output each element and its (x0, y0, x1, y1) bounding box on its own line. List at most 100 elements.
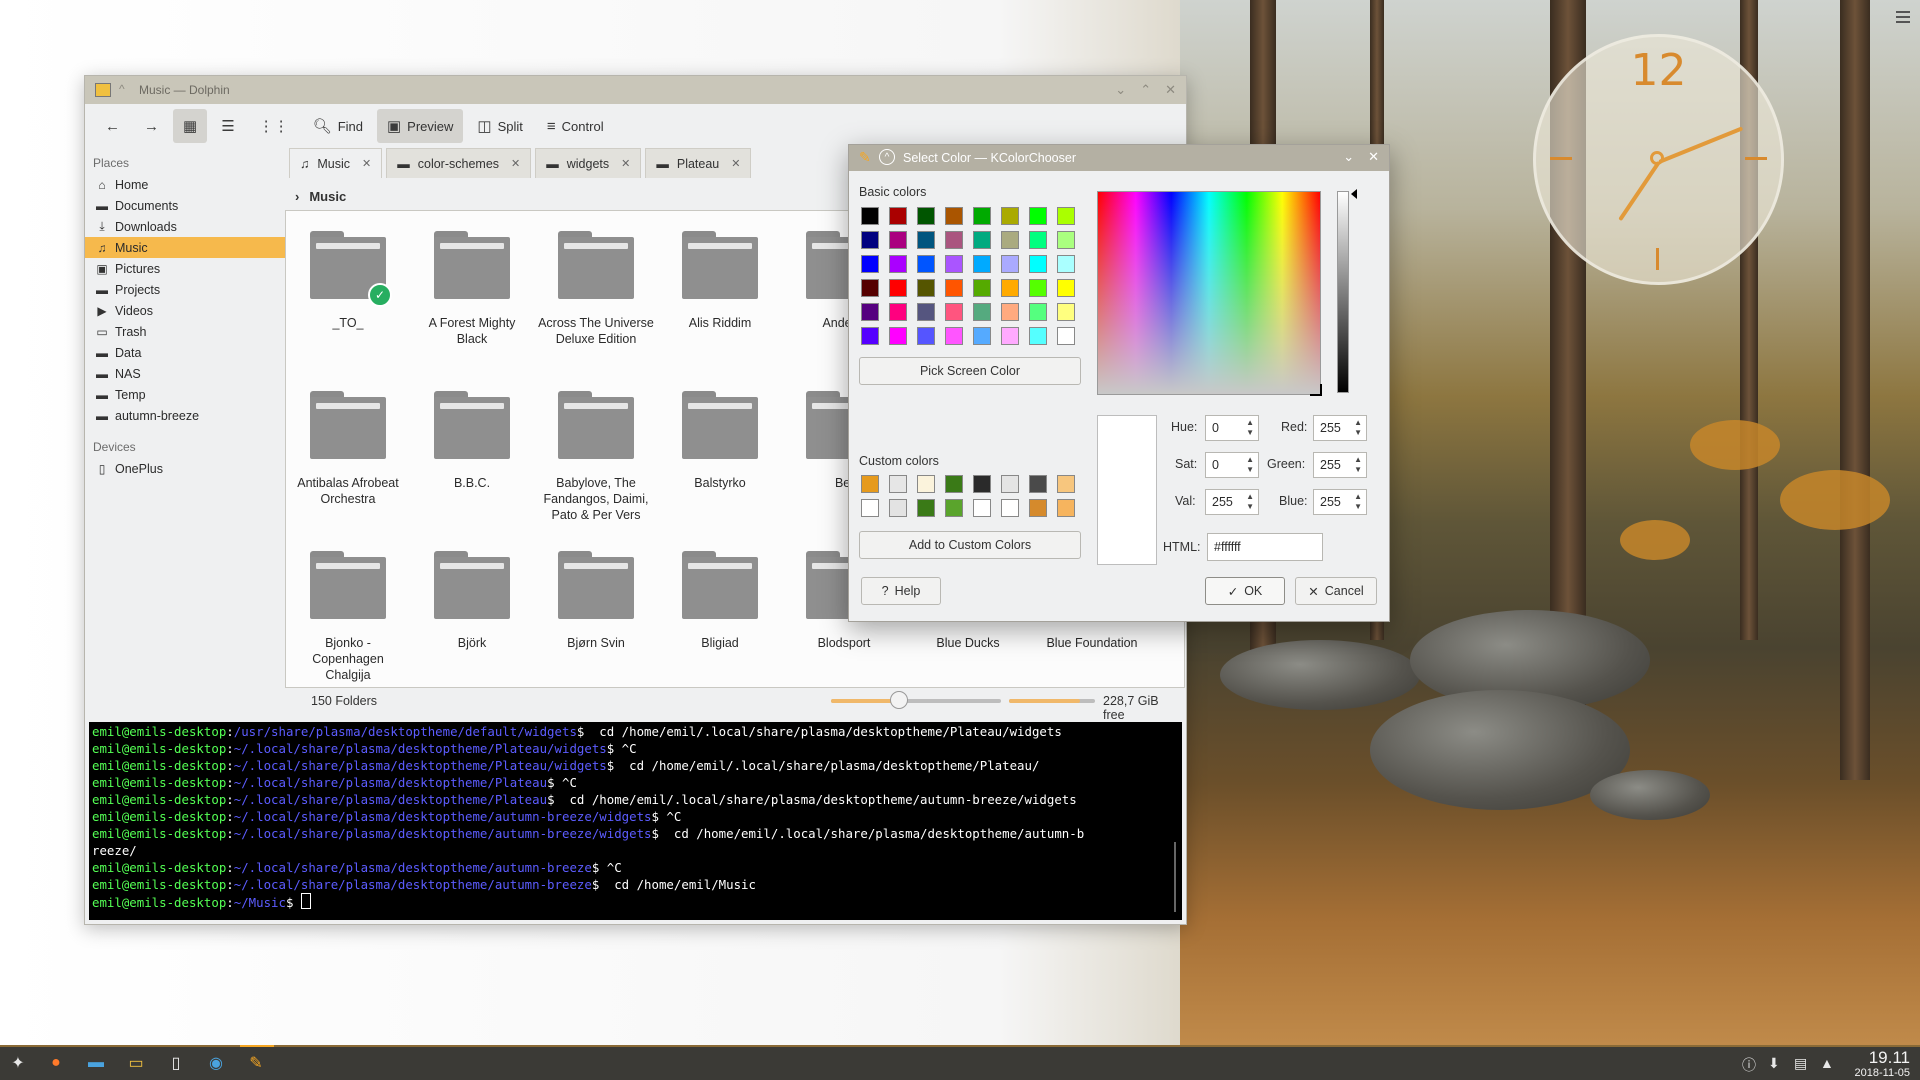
help-button[interactable]: ? Help (861, 577, 941, 605)
basic-color-swatch[interactable] (945, 231, 963, 249)
folder-item[interactable]: Balstyrko (658, 385, 782, 545)
html-color-field[interactable]: #ffffff (1207, 533, 1323, 561)
add-to-custom-colors-button[interactable]: Add to Custom Colors (859, 531, 1081, 559)
keep-above-icon[interactable]: ^ (119, 82, 125, 96)
custom-color-swatch[interactable] (1029, 499, 1047, 517)
basic-color-swatch[interactable] (889, 303, 907, 321)
basic-color-swatch[interactable] (889, 207, 907, 225)
spin-arrows-icon[interactable]: ▲ ▼ (1246, 455, 1254, 475)
folder-item[interactable]: Bligiad (658, 545, 782, 687)
dolphin-titlebar[interactable]: ^ Music — Dolphin ⌄ ⌃ ✕ (85, 76, 1186, 104)
dialog-titlebar[interactable]: ✎ ^ Select Color — KColorChooser ⌄ ✕ (849, 145, 1389, 171)
custom-color-swatch[interactable] (861, 475, 879, 493)
basic-color-swatch[interactable] (973, 279, 991, 297)
basic-color-swatch[interactable] (917, 303, 935, 321)
custom-color-swatch[interactable] (945, 475, 963, 493)
custom-color-swatch[interactable] (945, 499, 963, 517)
basic-color-swatch[interactable] (861, 303, 879, 321)
folder-item[interactable]: Björk (410, 545, 534, 687)
firefox-icon[interactable]: ● (44, 1051, 68, 1075)
dolphin-taskbar-icon[interactable]: ▭ (124, 1051, 148, 1075)
basic-color-swatch[interactable] (945, 207, 963, 225)
green-spinbox[interactable]: 255 ▲ ▼ (1313, 452, 1367, 478)
sat-spinbox[interactable]: 0 ▲ ▼ (1205, 452, 1259, 478)
place-trash[interactable]: ▭ Trash (85, 321, 285, 342)
compact-view-button[interactable]: ☰ (211, 109, 244, 143)
basic-color-swatch[interactable] (1029, 207, 1047, 225)
basic-color-swatch[interactable] (973, 255, 991, 273)
spin-arrows-icon[interactable]: ▲ ▼ (1246, 492, 1254, 512)
close-tab-icon[interactable]: ✕ (362, 157, 371, 170)
place-pictures[interactable]: ▣ Pictures (85, 258, 285, 279)
zoom-slider[interactable] (831, 691, 1001, 709)
basic-color-swatch[interactable] (1001, 327, 1019, 345)
text-editor-icon[interactable]: ▯ (164, 1051, 188, 1075)
updates-icon[interactable]: ⬇ (1768, 1055, 1780, 1072)
close-icon[interactable]: ✕ (1165, 82, 1176, 98)
basic-color-swatch[interactable] (945, 279, 963, 297)
desktop-menu-icon[interactable] (1896, 8, 1910, 26)
custom-color-swatch[interactable] (917, 499, 935, 517)
details-view-button[interactable]: ⋮⋮ (249, 109, 299, 143)
custom-color-swatch[interactable] (1057, 475, 1075, 493)
folder-item[interactable]: Alis Riddim (658, 225, 782, 385)
close-tab-icon[interactable]: ✕ (511, 157, 520, 170)
basic-color-swatch[interactable] (1001, 255, 1019, 273)
clipboard-icon[interactable]: ▤ (1794, 1055, 1807, 1072)
custom-color-swatch[interactable] (861, 499, 879, 517)
terminal-scrollbar[interactable] (1174, 842, 1176, 912)
basic-color-swatch[interactable] (1029, 279, 1047, 297)
basic-color-swatch[interactable] (861, 279, 879, 297)
forward-button[interactable]: → (134, 109, 169, 143)
control-button[interactable]: ≡ Control (537, 109, 614, 143)
hue-spinbox[interactable]: 0 ▲ ▼ (1205, 415, 1259, 441)
cancel-button[interactable]: ✕ Cancel (1295, 577, 1377, 605)
place-projects[interactable]: ▬ Projects (85, 279, 285, 300)
folder-item[interactable]: ✓ _TO_ (286, 225, 410, 385)
spin-arrows-icon[interactable]: ▲ ▼ (1354, 455, 1362, 475)
keep-above-icon[interactable]: ^ (879, 149, 895, 165)
custom-color-swatch[interactable] (889, 499, 907, 517)
custom-color-swatch[interactable] (889, 475, 907, 493)
find-button[interactable]: 🔍︎ Find (303, 109, 373, 143)
basic-color-swatch[interactable] (1029, 327, 1047, 345)
place-videos[interactable]: ▶ Videos (85, 300, 285, 321)
folder-item[interactable]: Across The Universe Deluxe Edition (534, 225, 658, 385)
custom-color-swatch[interactable] (917, 475, 935, 493)
notifications-icon[interactable]: ⓘ (1742, 1055, 1756, 1075)
basic-color-swatch[interactable] (917, 207, 935, 225)
basic-color-swatch[interactable] (1001, 303, 1019, 321)
icons-view-button[interactable]: ▦ (173, 109, 208, 143)
basic-color-swatch[interactable] (917, 231, 935, 249)
pick-screen-color-button[interactable]: Pick Screen Color (859, 357, 1081, 385)
terminal-panel[interactable]: emil@emils-desktop:/usr/share/plasma/des… (89, 722, 1182, 920)
basic-color-swatch[interactable] (889, 231, 907, 249)
basic-color-swatch[interactable] (1057, 207, 1075, 225)
tab-widgets[interactable]: ▬ widgets ✕ (535, 148, 642, 178)
custom-color-swatch[interactable] (973, 499, 991, 517)
digital-clock[interactable]: 19.11 2018-11-05 (1855, 1049, 1910, 1080)
basic-color-swatch[interactable] (889, 255, 907, 273)
basic-color-swatch[interactable] (889, 327, 907, 345)
hue-saturation-picker[interactable] (1097, 191, 1322, 396)
basic-color-swatch[interactable] (861, 207, 879, 225)
blue-spinbox[interactable]: 255 ▲ ▼ (1313, 489, 1367, 515)
basic-color-swatch[interactable] (917, 327, 935, 345)
place-autumn-breeze[interactable]: ▬ autumn-breeze (85, 405, 285, 426)
spin-arrows-icon[interactable]: ▲ ▼ (1246, 418, 1254, 438)
place-home[interactable]: ⌂ Home (85, 174, 285, 195)
basic-color-swatch[interactable] (889, 279, 907, 297)
place-downloads[interactable]: ⤓ Downloads (85, 216, 285, 237)
device-oneplus[interactable]: ▯ OnePlus (85, 458, 285, 479)
custom-color-swatch[interactable] (1001, 499, 1019, 517)
picker-crosshair[interactable] (1310, 384, 1322, 396)
place-music[interactable]: ♫ Music (85, 237, 285, 258)
basic-color-swatch[interactable] (1057, 255, 1075, 273)
basic-color-swatch[interactable] (945, 303, 963, 321)
folder-item[interactable]: B.B.C. (410, 385, 534, 545)
basic-color-swatch[interactable] (917, 279, 935, 297)
folder-item[interactable]: A Forest Mighty Black (410, 225, 534, 385)
basic-color-swatch[interactable] (861, 231, 879, 249)
place-data[interactable]: ▬ Data (85, 342, 285, 363)
close-tab-icon[interactable]: ✕ (731, 157, 740, 170)
